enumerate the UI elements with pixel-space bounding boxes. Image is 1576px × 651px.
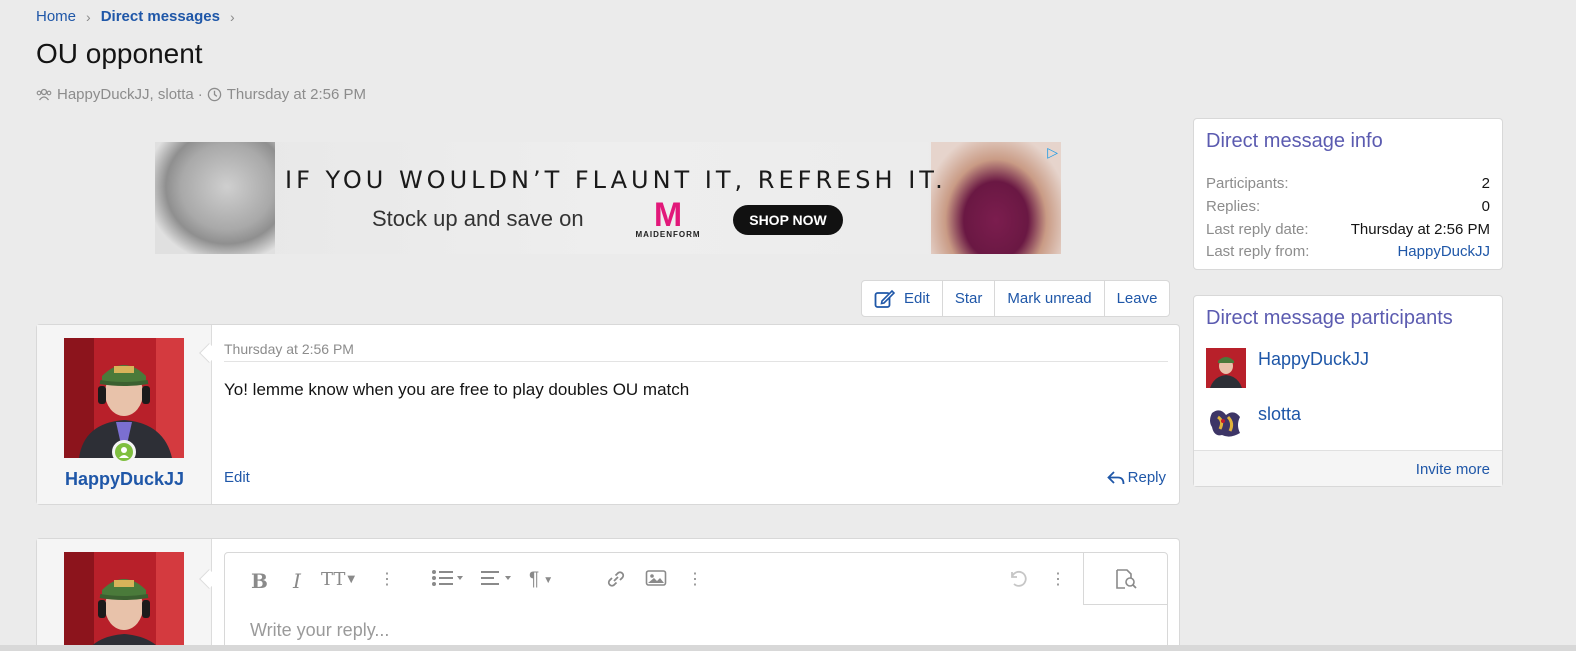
italic-icon[interactable]: I	[293, 569, 301, 593]
breadcrumb-direct-messages[interactable]: Direct messages	[101, 8, 220, 25]
message-edit-link[interactable]: Edit	[224, 469, 250, 486]
direct-message-participants-block: Direct message participants HappyDuckJJ …	[1193, 295, 1503, 487]
invite-more-link[interactable]: Invite more	[1416, 461, 1490, 478]
reply-icon	[1106, 470, 1125, 484]
chevron-right-icon: ›	[229, 8, 235, 25]
thread-action-bar: Edit Star Mark unread Leave	[861, 280, 1171, 317]
ad-brand-logo: M MAIDENFORM	[623, 196, 713, 240]
info-value[interactable]: Thursday at 2:56 PM	[1351, 221, 1490, 238]
ad-choices-icon[interactable]: ▷	[1047, 144, 1058, 161]
message-user-cell: HappyDuckJJ	[37, 325, 212, 504]
meta-separator: ·	[197, 86, 203, 103]
message-body: Yo! lemme know when you are free to play…	[224, 380, 690, 399]
thread-participants[interactable]: HappyDuckJJ, slotta	[57, 86, 194, 103]
ad-brand-mark: M	[653, 196, 683, 234]
breadcrumb-home[interactable]: Home	[36, 8, 76, 25]
mark-unread-button[interactable]: Mark unread	[995, 281, 1105, 316]
leave-button[interactable]: Leave	[1105, 281, 1170, 316]
info-value-user-link[interactable]: HappyDuckJJ	[1397, 243, 1490, 260]
message-date[interactable]: Thursday at 2:56 PM	[224, 341, 354, 357]
message: HappyDuckJJ Thursday at 2:56 PM Yo! lemm…	[36, 324, 1180, 505]
reply-input[interactable]: Write your reply...	[250, 620, 389, 641]
ad-banner[interactable]: IF YOU WOULDN’T FLAUNT IT, REFRESH IT. S…	[155, 142, 1061, 254]
ad-headline: IF YOU WOULDN’T FLAUNT IT, REFRESH IT.	[285, 166, 947, 194]
edit-button[interactable]: Edit	[862, 281, 943, 316]
quick-reply: B I TT ▼ ⋮ ¶ ▼ ⋮ ⋮ Write your reply...	[36, 538, 1180, 651]
more-vertical-icon[interactable]: ⋮	[687, 569, 703, 589]
info-label: Replies:	[1206, 198, 1261, 215]
info-row-last-reply-date: Last reply date: Thursday at 2:56 PM	[1206, 221, 1490, 238]
paragraph-icon[interactable]: ¶ ▼	[529, 569, 553, 591]
info-row-participants: Participants: 2	[1206, 175, 1490, 192]
message-author[interactable]: HappyDuckJJ	[37, 469, 212, 490]
participant-item[interactable]: HappyDuckJJ	[1206, 348, 1369, 388]
info-row-replies: Replies: 0	[1206, 198, 1490, 215]
ad-subline: Stock up and save on	[372, 206, 584, 231]
thread-meta: HappyDuckJJ, slotta · Thursday at 2:56 P…	[36, 86, 366, 103]
page-title: OU opponent	[36, 38, 203, 69]
editor-toolbar: B I TT ▼ ⋮ ¶ ▼ ⋮ ⋮	[225, 553, 1167, 605]
online-status-icon	[112, 440, 136, 464]
image-icon[interactable]	[645, 569, 667, 587]
reply-user-cell	[37, 539, 212, 651]
block-title: Direct message info	[1206, 130, 1383, 152]
avatar[interactable]	[1206, 403, 1246, 443]
info-value: 0	[1481, 198, 1490, 215]
thread-date[interactable]: Thursday at 2:56 PM	[227, 86, 366, 103]
bold-icon[interactable]: B	[251, 569, 268, 593]
edit-icon	[874, 289, 896, 308]
participant-item[interactable]: slotta	[1206, 403, 1301, 443]
link-icon[interactable]	[605, 569, 627, 589]
more-vertical-icon[interactable]: ⋮	[379, 569, 395, 589]
ad-brand-name: MAIDENFORM	[635, 230, 701, 239]
ad-model-image-right	[931, 142, 1061, 254]
align-icon[interactable]	[481, 569, 515, 587]
reply-editor[interactable]: B I TT ▼ ⋮ ¶ ▼ ⋮ ⋮ Write your reply...	[224, 552, 1168, 651]
info-label: Last reply date:	[1206, 221, 1309, 238]
text-size-icon[interactable]: TT ▼	[321, 569, 355, 590]
divider	[224, 361, 1168, 362]
breadcrumb: Home › Direct messages ›	[36, 8, 245, 25]
chevron-right-icon: ›	[86, 8, 91, 25]
participant-name[interactable]: HappyDuckJJ	[1258, 349, 1369, 370]
avatar	[64, 552, 184, 651]
info-value: 2	[1481, 175, 1490, 192]
users-icon	[36, 88, 52, 100]
ad-model-image-left	[155, 142, 275, 254]
participant-name[interactable]: slotta	[1258, 404, 1301, 425]
star-button[interactable]: Star	[943, 281, 996, 316]
direct-message-info-block: Direct message info Participants: 2 Repl…	[1193, 118, 1503, 270]
more-vertical-icon[interactable]: ⋮	[1050, 569, 1066, 589]
preview-icon	[1115, 568, 1137, 589]
block-footer: Invite more	[1194, 450, 1502, 486]
undo-icon[interactable]	[1007, 569, 1029, 589]
horizontal-scrollbar[interactable]	[0, 645, 1576, 651]
reply-button[interactable]: Reply	[1106, 469, 1166, 486]
avatar[interactable]	[1206, 348, 1246, 388]
ad-shop-now-button[interactable]: SHOP NOW	[733, 205, 843, 235]
clock-icon	[207, 87, 221, 102]
block-title: Direct message participants	[1206, 307, 1453, 329]
info-label: Participants:	[1206, 175, 1289, 192]
info-label: Last reply from:	[1206, 243, 1310, 260]
list-icon[interactable]	[431, 569, 465, 587]
info-row-last-reply-from: Last reply from: HappyDuckJJ	[1206, 243, 1490, 260]
reply-label: Reply	[1127, 469, 1166, 486]
edit-label: Edit	[904, 290, 930, 307]
preview-button[interactable]	[1083, 553, 1167, 605]
